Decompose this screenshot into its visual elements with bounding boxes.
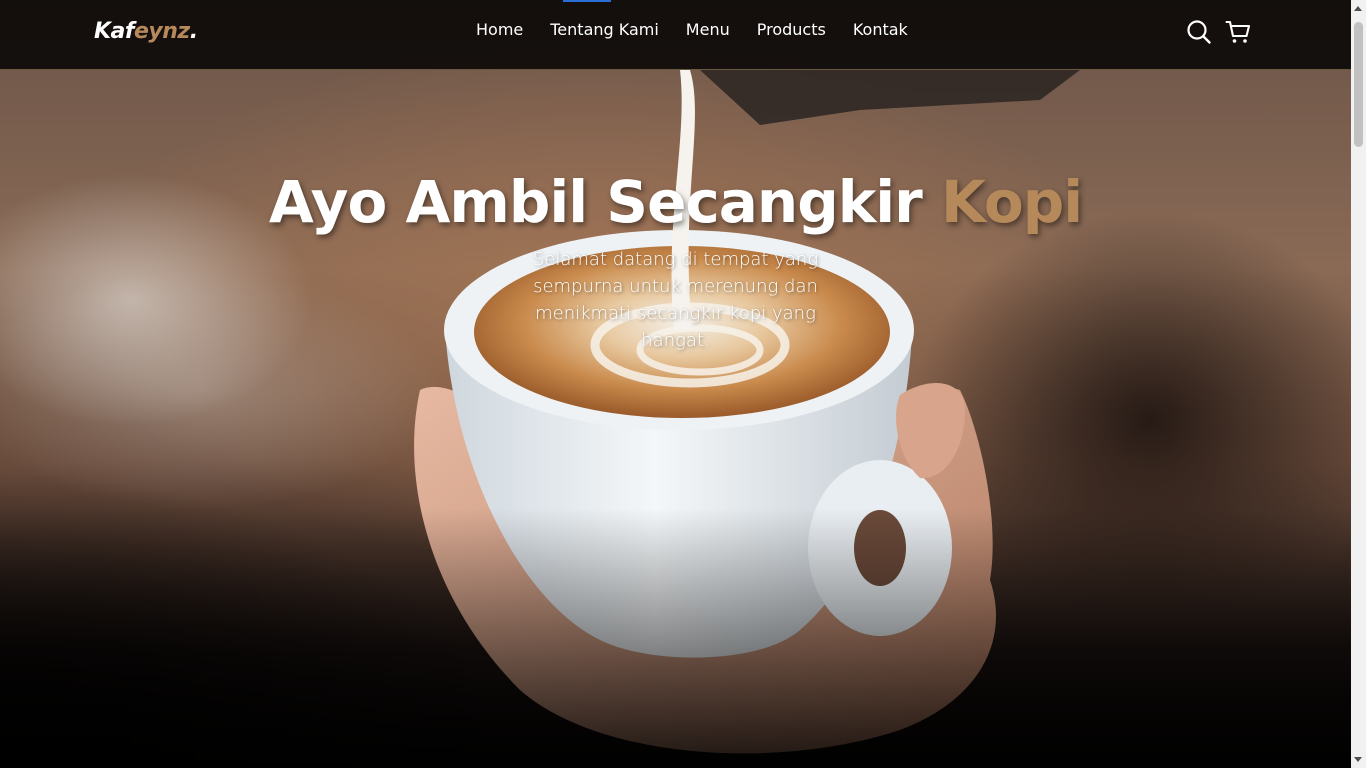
brand-logo[interactable]: Kafeynz. [94,19,198,44]
brand-logo-part2: eynz [133,19,190,44]
nav-link-menu[interactable]: Menu [686,20,730,39]
hero-title: Ayo Ambil Secangkir Kopi [0,168,1351,236]
active-nav-indicator [563,0,611,2]
search-icon[interactable] [1186,19,1212,45]
nav-link-tentang-kami[interactable]: Tentang Kami [550,20,659,39]
hero-subtitle: Selamat datang di tempat yang sempurna u… [532,249,819,351]
nav-links: Home Tentang Kami Menu Products Kontak [476,20,935,39]
hero-section [0,0,1351,768]
scroll-up-arrow-icon[interactable] [1354,6,1362,11]
hero-title-accent: Kopi [940,168,1083,236]
hero-content: Ayo Ambil Secangkir Kopi Selamat datang … [0,168,1351,354]
shopping-cart-icon[interactable] [1225,19,1251,45]
scroll-down-arrow-icon[interactable] [1354,757,1362,762]
nav-link-home[interactable]: Home [476,20,523,39]
page-scrollbar[interactable] [1351,0,1366,768]
brand-logo-part1: Kaf [94,19,134,44]
scrollbar-thumb[interactable] [1354,22,1363,147]
hero-title-main: Ayo Ambil Secangkir [268,168,941,236]
navbar: Kafeynz. Home Tentang Kami Menu Products… [0,0,1351,70]
nav-link-products[interactable]: Products [757,20,826,39]
brand-logo-dot: . [189,19,198,44]
nav-link-kontak[interactable]: Kontak [853,20,908,39]
